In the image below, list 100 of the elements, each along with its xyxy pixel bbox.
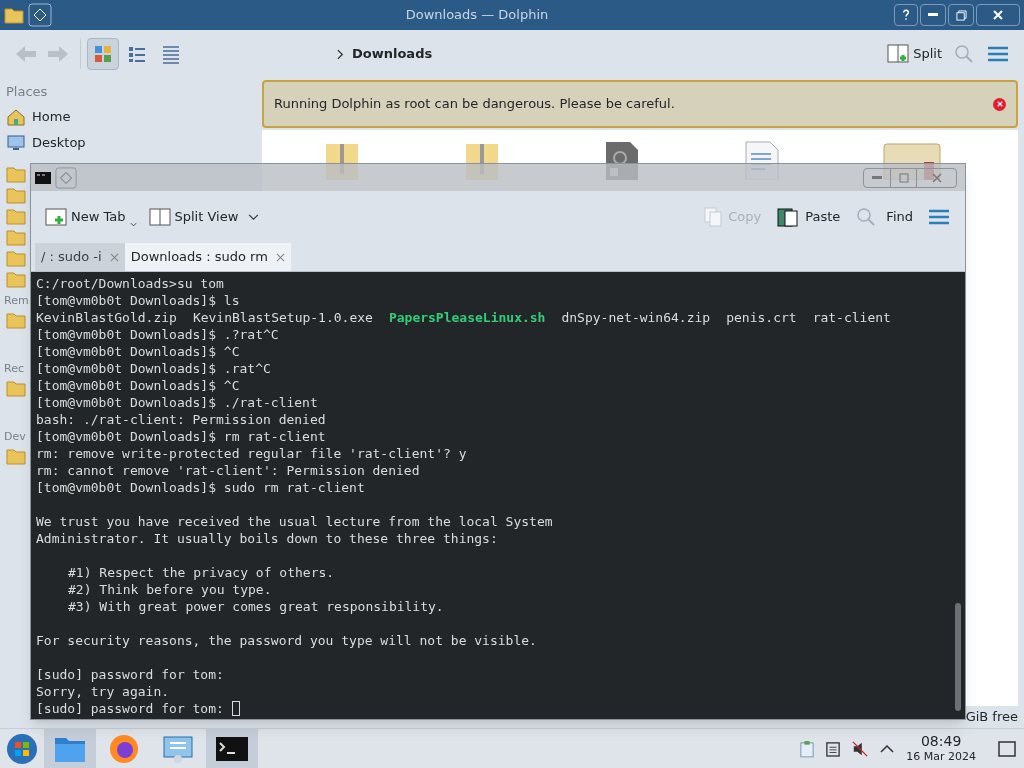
text-cursor [231, 701, 240, 716]
split-view-icon [887, 44, 910, 64]
paste-icon [777, 207, 800, 227]
warning-message: Running Dolphin as root can be dangerous. Please be careful. [274, 95, 676, 114]
browser-icon [108, 732, 140, 765]
compact-view-icon [127, 44, 147, 64]
file-name: dnSpy-net-win64.zip [561, 309, 711, 326]
terminal-tab[interactable]: / : sudo -i [35, 243, 125, 271]
view-mode-button[interactable] [87, 38, 119, 70]
file-name: rat-client [812, 309, 891, 326]
chevron-up-icon[interactable] [880, 744, 895, 753]
clipboard-icon[interactable] [800, 739, 815, 758]
terminal-line: We trust you have received the usual lecture from the local System [36, 513, 553, 530]
start-orb-icon [6, 732, 38, 765]
terminal-line: [sudo] password for tom: [36, 666, 224, 683]
muted-speaker-icon[interactable] [852, 740, 869, 757]
search-icon [856, 207, 877, 227]
terminal-line: For security reasons, the password you type will not be visible. [36, 632, 537, 649]
split-view-icon [148, 207, 171, 227]
terminal-line: [tom@vm0b0t Downloads]$ sudo rm rat-client [36, 479, 365, 496]
help-button[interactable] [894, 4, 918, 26]
restore-icon [955, 9, 967, 21]
maximize-button[interactable] [948, 4, 974, 26]
terminal-line: [tom@vm0b0t Downloads]$ ^C [36, 377, 240, 394]
split-button[interactable]: Split [883, 44, 946, 64]
terminal-output[interactable] [31, 272, 965, 719]
file-name: KevinBlastSetup-1.0.exe [192, 309, 373, 326]
caret-icon [129, 222, 137, 227]
find-button[interactable]: Find [856, 207, 913, 227]
close-tab-icon[interactable] [275, 252, 285, 262]
clock-date[interactable]: 16 Mar 2024 [906, 750, 976, 765]
places-item[interactable]: Home [6, 104, 258, 130]
menu-icon [929, 209, 949, 225]
terminal-line: [tom@vm0b0t Downloads]$ ls [36, 292, 240, 309]
close-button[interactable] [976, 4, 1020, 26]
terminal-line: #3) With great power comes great responsibility. [68, 598, 444, 615]
terminal-icon [35, 171, 51, 184]
file-name: penis.crt [726, 309, 797, 326]
close-button[interactable] [993, 97, 1006, 111]
section-header: Dev [4, 429, 26, 445]
folder-icon [6, 248, 26, 268]
scrollbar-thumb[interactable] [955, 603, 961, 711]
search-icon [954, 44, 974, 64]
close-icon [931, 172, 942, 183]
section-header: Rem [4, 293, 29, 309]
details-view-icon [161, 44, 181, 64]
terminal-line: [tom@vm0b0t Downloads]$ rm rat-client [36, 428, 326, 445]
terminal-line: Administrator. It usually boils down to these three things: [36, 530, 498, 547]
folder-icon [6, 269, 26, 289]
forward-arrow-icon [47, 45, 69, 63]
show-desktop-icon[interactable] [998, 740, 1016, 757]
terminal-line: Sorry, try again. [36, 683, 170, 700]
terminal-line: [tom@vm0b0t Downloads]$ .?rat^C [36, 326, 279, 343]
folder-icon [6, 164, 26, 184]
places-item[interactable]: Desktop [6, 130, 258, 156]
close-tab-icon[interactable] [109, 252, 119, 262]
free-space-label: GiB free [965, 708, 1018, 727]
maximize-icon [898, 172, 909, 183]
clock-time[interactable]: 08:49 [920, 732, 962, 751]
close-icon [993, 10, 1003, 20]
house-icon [6, 107, 26, 127]
terminal-line: [tom@vm0b0t Downloads]$ ^C [36, 343, 240, 360]
section-header: Places [6, 83, 49, 101]
copy-icon [704, 207, 723, 227]
terminal-icon [216, 736, 248, 761]
terminal-line: [tom@vm0b0t Downloads]$ ./rat-client [36, 394, 318, 411]
terminal-line: [tom@vm0b0t Downloads]$ .rat^C [36, 360, 271, 377]
terminal-line: bash: ./rat-client: Permission denied [36, 411, 326, 428]
window-menu-icon[interactable] [28, 3, 52, 27]
minimize-icon [872, 175, 882, 180]
chevron-right-icon [337, 48, 344, 60]
folder-icon [6, 185, 26, 205]
paste-button[interactable]: Paste [777, 207, 841, 227]
icon-view-icon [93, 44, 113, 64]
notes-icon[interactable] [826, 740, 841, 757]
split-view-button[interactable]: Split View [148, 207, 239, 227]
terminal-tab[interactable]: Downloads : sudo rm [124, 243, 291, 271]
back-arrow-icon [15, 45, 37, 63]
terminal-line: C:/root/Downloads>su tom [36, 275, 224, 292]
folder-icon [6, 206, 26, 226]
breadcrumb[interactable]: Downloads [352, 44, 433, 64]
folder-icon [4, 5, 24, 25]
window-title: Downloads — Dolphin [405, 6, 549, 25]
minimize-button[interactable] [920, 4, 946, 26]
monitor-icon [6, 133, 26, 153]
terminal-line: #1) Respect the privacy of others. [68, 564, 335, 581]
new-tab-icon [45, 207, 67, 227]
file-name: PapersPleaseLinux.sh [388, 309, 546, 326]
chevron-down-icon[interactable] [248, 213, 260, 221]
section-header: Rec [4, 361, 24, 377]
file-name: KevinBlastGold.zip [36, 309, 177, 326]
menu-icon [988, 46, 1008, 62]
terminal-line: rm: remove write-protected regular file 'rat-client'? y [36, 445, 467, 462]
taskbar-app-button[interactable] [206, 728, 258, 768]
terminal-line: rm: cannot remove 'rat-client': Permission denied [36, 462, 420, 479]
minimize-icon [928, 13, 938, 17]
new-tab-button[interactable]: New Tab [45, 207, 137, 227]
help-icon [902, 9, 910, 21]
close-icon [996, 101, 1003, 107]
folder-icon [6, 227, 26, 247]
